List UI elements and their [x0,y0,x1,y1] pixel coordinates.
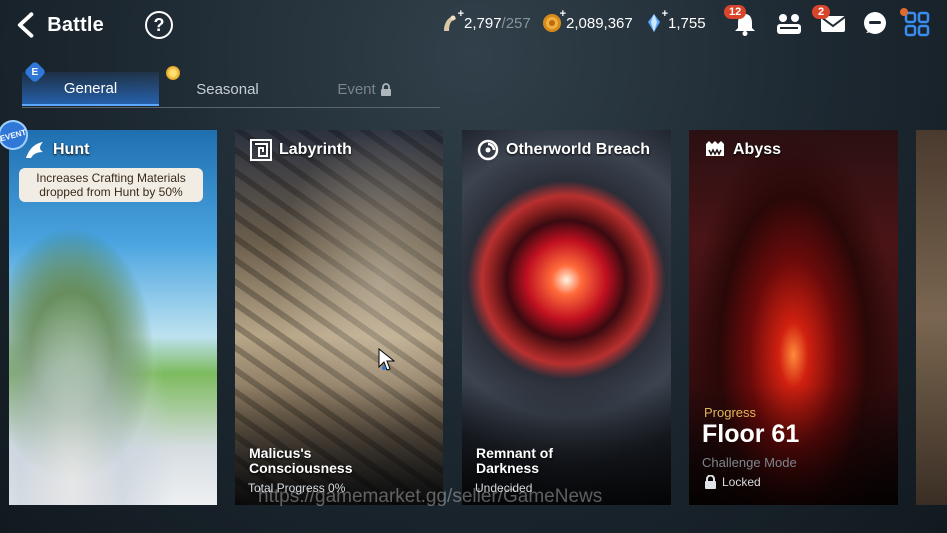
abyss-floor: Floor 61 [702,420,800,448]
watermark: https://gamemarket.gg/seller/GameNews [258,486,603,507]
gold-coin-icon: + [542,8,566,33]
hunt-title: Hunt [53,141,90,158]
labyrinth-card[interactable]: Labyrinth Malicus's Consciousness Total … [235,130,443,505]
e-badge-label: E [31,66,39,78]
skystone-value: 1,755 [668,14,706,32]
breach-subtitle: Remnant of Darkness [476,445,553,476]
gold-counter[interactable]: + 2,089,367 [542,8,633,33]
team-button[interactable] [774,10,804,38]
mail-button[interactable]: 2 [812,5,848,38]
breach-title: Otherworld Breach [506,141,651,158]
portal-icon [477,139,499,161]
tab-seasonal-label: Seasonal [196,80,259,98]
tab-general[interactable]: General [22,72,159,106]
labyrinth-title: Labyrinth [279,141,352,158]
abyss-title-row: Abyss [703,138,781,162]
stamina-value: 2,797 [464,14,502,32]
skystone-icon: + [644,8,668,33]
grid-menu-icon [904,11,930,37]
back-button[interactable]: Battle [14,9,104,41]
menu-alert-dot [900,8,908,16]
seasonal-sun-icon [166,66,180,80]
breach-title-row: Otherworld Breach [476,138,650,162]
chat-icon [864,12,886,34]
abyss-locked-status: Locked [704,475,761,489]
abyss-challenge-mode: Challenge Mode [702,455,797,470]
mode-tabs: General Seasonal Event E [22,60,440,108]
chat-button[interactable] [860,10,890,38]
stamina-icon: + [440,8,464,33]
notifications-badge: 12 [724,5,747,19]
stamina-max: /257 [501,14,531,32]
back-arrow-icon [17,12,34,38]
hunt-title-row: Hunt [23,138,89,162]
labyrinth-title-row: Labyrinth [249,138,352,162]
mail-badge: 2 [812,5,830,19]
skystone-counter[interactable]: + 1,755 [644,8,706,33]
lock-icon [705,475,716,489]
mouse-cursor-icon [378,348,396,371]
lock-icon [380,82,391,96]
page-title: Battle [47,13,104,36]
otherworld-breach-card[interactable]: Otherworld Breach Remnant of Darkness Un… [462,130,671,505]
tab-seasonal[interactable]: Seasonal [159,72,296,106]
maze-icon [250,139,272,161]
hunt-card[interactable]: Hunt Increases Crafting Materials droppe… [9,130,217,505]
labyrinth-subtitle: Malicus's Consciousness [249,445,353,476]
gold-value: 2,089,367 [566,14,633,32]
tab-general-label: General [63,79,118,97]
tab-event-label: Event [337,80,376,98]
team-icon [777,14,801,34]
stamina-counter[interactable]: + 2,797 /257 [440,8,531,33]
top-bar: Battle ? + 2,797 /257 + 2,089,367 + 1,75… [0,0,947,48]
hunt-bonus-banner: Increases Crafting Materials dropped fro… [19,168,203,202]
menu-button[interactable] [900,8,932,38]
abyss-locked-label: Locked [722,475,761,489]
abyss-progress-label: Progress [704,405,757,420]
help-icon[interactable]: ? [145,11,173,39]
abyss-maw-icon [706,141,724,156]
abyss-title: Abyss [733,141,782,158]
abyss-card[interactable]: Abyss Progress Floor 61 Challenge Mode L… [689,130,898,505]
notifications-button[interactable]: 12 [724,5,760,38]
event-tag-label: EVENT [0,127,28,143]
tab-event[interactable]: Event [296,72,433,106]
next-card-peek[interactable] [916,130,947,505]
